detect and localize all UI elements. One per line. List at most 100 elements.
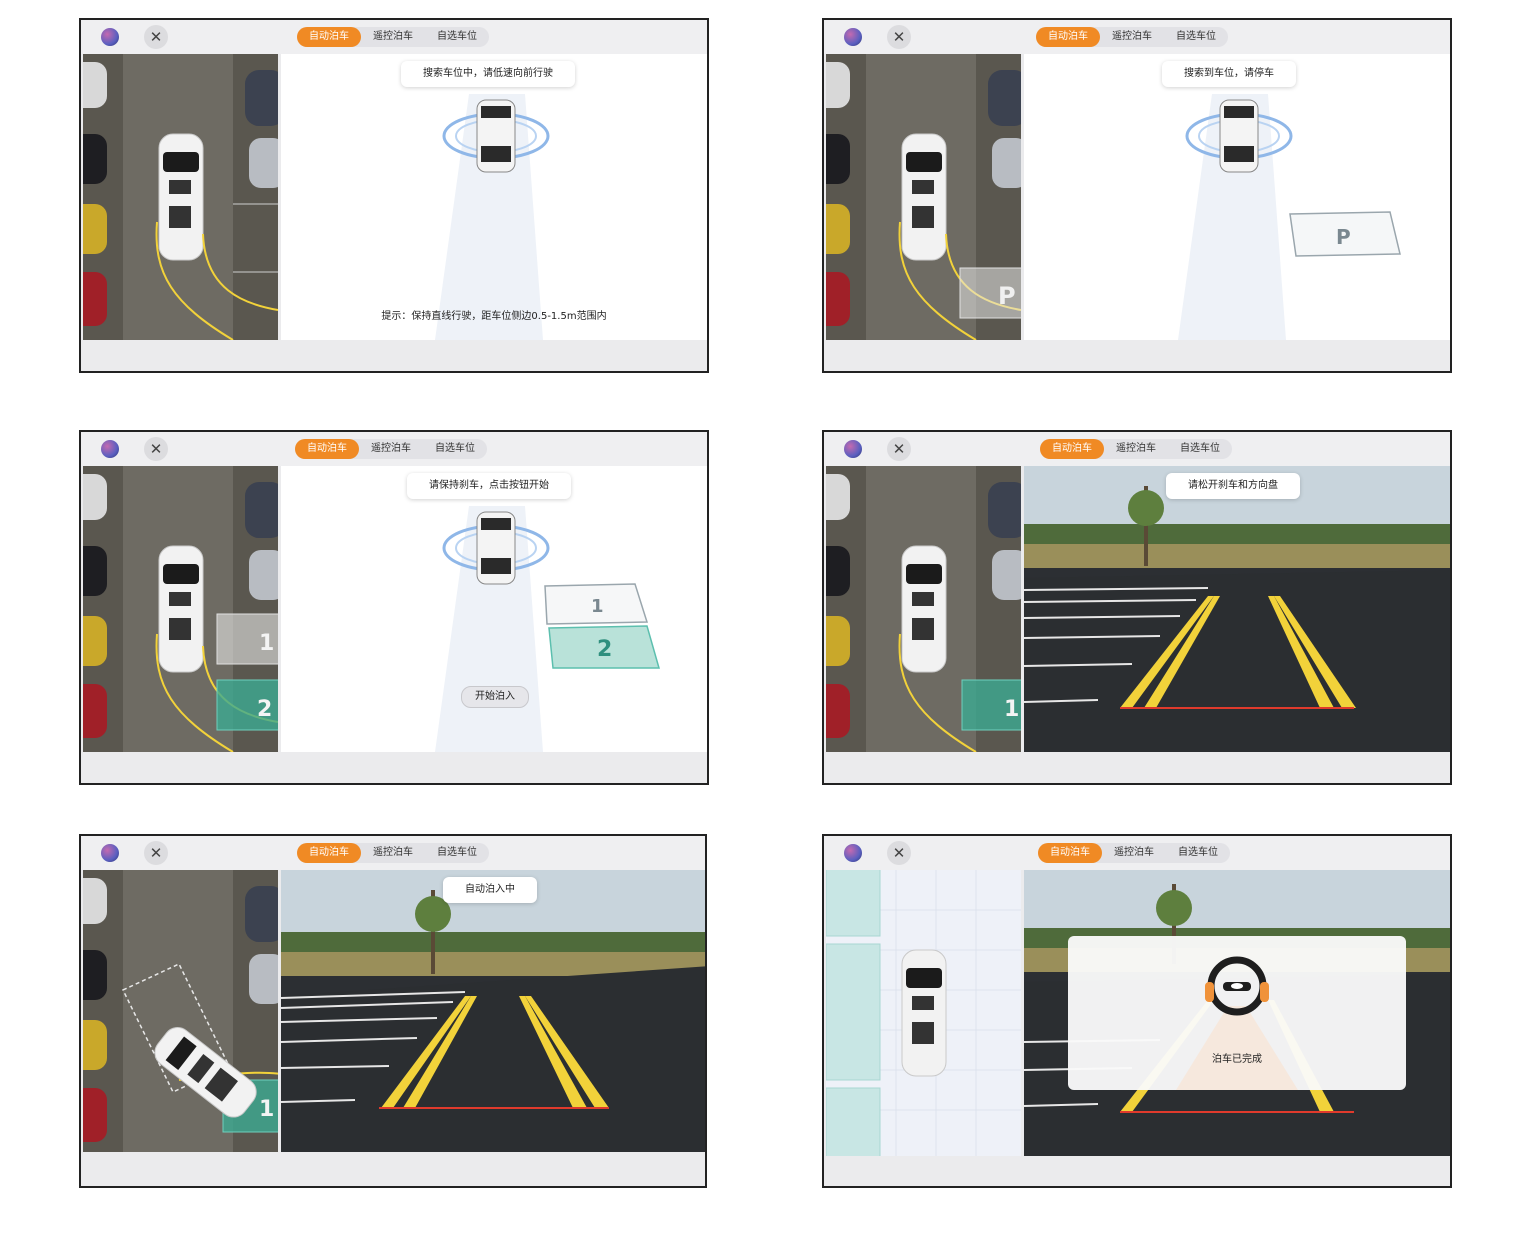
mode-tabs: 自动泊车 遥控泊车 自选车位 bbox=[1036, 27, 1228, 47]
main-view: 搜索车位中，请低速向前行驶 提示：保持直线行驶，距车位侧边0.5-1.5m范围内 bbox=[281, 54, 707, 340]
surround-view: 1 bbox=[826, 466, 1021, 752]
parked-car bbox=[83, 272, 107, 326]
rear-camera-view: 自动泊入中 bbox=[281, 870, 705, 1152]
app-logo-icon bbox=[844, 28, 862, 46]
tab-auto-parking[interactable]: 自动泊车 bbox=[297, 843, 361, 863]
main-view: P 搜索到车位，请停车 bbox=[1024, 54, 1450, 340]
app-logo-icon bbox=[844, 440, 862, 458]
parked-car bbox=[83, 950, 107, 1000]
parked-car bbox=[83, 684, 107, 738]
parked-car bbox=[83, 1020, 107, 1070]
hint-text: 提示：保持直线行驶，距车位侧边0.5-1.5m范围内 bbox=[381, 311, 607, 322]
ego-car bbox=[901, 133, 947, 261]
close-icon[interactable]: ✕ bbox=[887, 25, 911, 49]
parked-car bbox=[826, 684, 850, 738]
tab-select-slot[interactable]: 自选车位 bbox=[425, 843, 489, 863]
parked-car bbox=[245, 886, 278, 942]
tab-remote-parking[interactable]: 遥控泊车 bbox=[1100, 27, 1164, 47]
parked-car bbox=[83, 546, 107, 596]
tab-remote-parking[interactable]: 遥控泊车 bbox=[1104, 439, 1168, 459]
status-message: 搜索车位中，请低速向前行驶 bbox=[401, 61, 575, 87]
screen-parking-complete: ✕ 自动泊车 遥控泊车 自选车位 泊车已完成 bbox=[822, 834, 1452, 1188]
close-icon[interactable]: ✕ bbox=[144, 841, 168, 865]
parked-car bbox=[992, 550, 1021, 600]
tab-auto-parking[interactable]: 自动泊车 bbox=[1036, 27, 1100, 47]
parked-car bbox=[83, 204, 107, 254]
ego-car bbox=[158, 133, 204, 261]
tab-auto-parking[interactable]: 自动泊车 bbox=[297, 27, 361, 47]
top-bar: ✕ 自动泊车 遥控泊车 自选车位 bbox=[824, 836, 1450, 870]
status-message: 请保持刹车，点击按钮开始 bbox=[407, 473, 571, 499]
slot-label: 1 bbox=[1004, 697, 1019, 722]
tab-select-slot[interactable]: 自选车位 bbox=[423, 439, 487, 459]
parked-car bbox=[826, 474, 850, 520]
surround-view: 1 bbox=[83, 870, 278, 1156]
mode-tabs: 自动泊车 遥控泊车 自选车位 bbox=[297, 843, 489, 863]
parked-car bbox=[826, 204, 850, 254]
tab-remote-parking[interactable]: 遥控泊车 bbox=[359, 439, 423, 459]
close-icon[interactable]: ✕ bbox=[887, 437, 911, 461]
close-icon[interactable]: ✕ bbox=[144, 25, 168, 49]
status-message: 搜索到车位，请停车 bbox=[1162, 61, 1296, 87]
close-icon[interactable]: ✕ bbox=[887, 841, 911, 865]
parked-car bbox=[826, 546, 850, 596]
parked-car bbox=[83, 474, 107, 520]
mode-tabs: 自动泊车 遥控泊车 自选车位 bbox=[295, 439, 487, 459]
parked-car bbox=[83, 134, 107, 184]
tab-select-slot[interactable]: 自选车位 bbox=[1168, 439, 1232, 459]
parking-slot bbox=[826, 870, 881, 937]
parked-car bbox=[826, 62, 850, 108]
top-bar: ✕ 自动泊车 遥控泊车 自选车位 bbox=[81, 20, 707, 54]
parked-car bbox=[249, 550, 278, 600]
ego-car bbox=[901, 545, 947, 673]
screen-searching: ✕ 自动泊车 遥控泊车 自选车位 搜索车位中，请低速向前行驶 提示：保持直线行驶… bbox=[79, 18, 709, 373]
surround-view bbox=[826, 870, 1021, 1156]
parked-car bbox=[988, 482, 1021, 538]
mode-tabs: 自动泊车 遥控泊车 自选车位 bbox=[1038, 843, 1230, 863]
tab-remote-parking[interactable]: 遥控泊车 bbox=[361, 843, 425, 863]
close-icon[interactable]: ✕ bbox=[144, 437, 168, 461]
parked-car bbox=[826, 272, 850, 326]
slot-1-label: 1 bbox=[591, 596, 604, 617]
parked-car bbox=[992, 138, 1021, 188]
app-logo-icon bbox=[101, 440, 119, 458]
parked-car bbox=[245, 482, 278, 538]
tab-remote-parking[interactable]: 遥控泊车 bbox=[1102, 843, 1166, 863]
steering-wheel-icon bbox=[1205, 956, 1269, 1016]
ego-car bbox=[476, 99, 516, 173]
tab-select-slot[interactable]: 自选车位 bbox=[1164, 27, 1228, 47]
slot-label: 1 bbox=[259, 1097, 274, 1122]
parked-car bbox=[83, 1088, 107, 1142]
top-bar: ✕ 自动泊车 遥控泊车 自选车位 bbox=[81, 836, 705, 870]
status-message: 请松开刹车和方向盘 bbox=[1166, 473, 1300, 499]
main-view: 1 2 请保持刹车，点击按钮开始 开始泊入 bbox=[281, 466, 707, 752]
screen-auto-parking: ✕ 自动泊车 遥控泊车 自选车位 1 自动泊入中 bbox=[79, 834, 707, 1188]
parked-car bbox=[249, 954, 278, 1004]
app-logo-icon bbox=[101, 28, 119, 46]
status-message: 自动泊入中 bbox=[443, 877, 537, 903]
tab-auto-parking[interactable]: 自动泊车 bbox=[1038, 843, 1102, 863]
tab-auto-parking[interactable]: 自动泊车 bbox=[295, 439, 359, 459]
ego-car bbox=[1219, 99, 1259, 173]
top-bar: ✕ 自动泊车 遥控泊车 自选车位 bbox=[81, 432, 707, 466]
tab-select-slot[interactable]: 自选车位 bbox=[1166, 843, 1230, 863]
app-logo-icon bbox=[844, 844, 862, 862]
surround-view bbox=[83, 54, 278, 340]
slot-label: P bbox=[998, 282, 1016, 310]
slot-2-label: 2 bbox=[257, 697, 272, 722]
ego-car bbox=[901, 949, 947, 1077]
parked-car bbox=[83, 878, 107, 924]
tab-remote-parking[interactable]: 遥控泊车 bbox=[361, 27, 425, 47]
tab-auto-parking[interactable]: 自动泊车 bbox=[1040, 439, 1104, 459]
surround-view: P bbox=[826, 54, 1021, 340]
screen-release-brake: ✕ 自动泊车 遥控泊车 自选车位 1 请松开刹车和方向盘 bbox=[822, 430, 1452, 785]
slot-label: P bbox=[1336, 225, 1351, 249]
ego-car bbox=[158, 545, 204, 673]
tab-select-slot[interactable]: 自选车位 bbox=[425, 27, 489, 47]
top-bar: ✕ 自动泊车 遥控泊车 自选车位 bbox=[824, 432, 1450, 466]
start-parking-button[interactable]: 开始泊入 bbox=[461, 686, 529, 708]
completion-dialog: 泊车已完成 bbox=[1068, 936, 1406, 1090]
completion-text: 泊车已完成 bbox=[1212, 1054, 1262, 1065]
ego-car bbox=[476, 511, 516, 585]
slot-1-label: 1 bbox=[259, 631, 274, 656]
